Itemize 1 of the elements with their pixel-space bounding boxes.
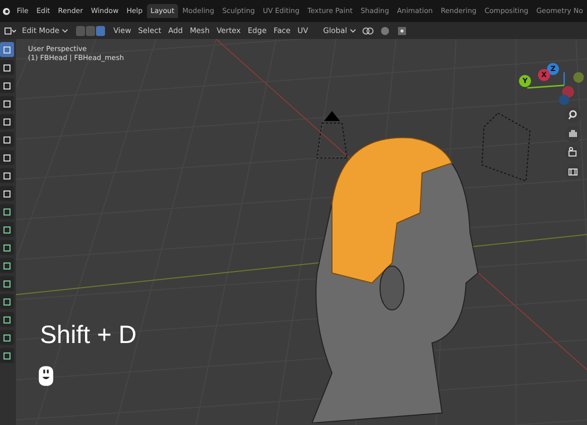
shortcut-caption: Shift + D xyxy=(40,321,137,350)
